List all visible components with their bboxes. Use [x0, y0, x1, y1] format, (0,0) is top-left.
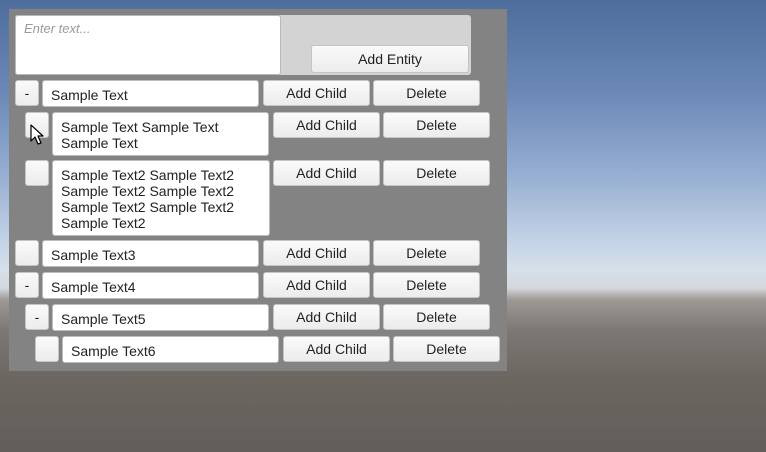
delete-button[interactable]: Delete — [373, 80, 480, 106]
delete-button[interactable]: Delete — [373, 240, 480, 266]
entity-text-field[interactable]: Sample Text Sample Text Sample Text — [52, 112, 269, 156]
delete-button[interactable]: Delete — [383, 112, 490, 138]
delete-button[interactable]: Delete — [393, 336, 500, 362]
collapse-toggle-button[interactable] — [15, 240, 39, 266]
entity-text-field[interactable]: Sample Text4 — [42, 272, 259, 299]
add-child-button[interactable]: Add Child — [263, 80, 370, 106]
add-child-button[interactable]: Add Child — [273, 304, 380, 330]
add-child-button[interactable]: Add Child — [263, 240, 370, 266]
add-entity-button[interactable]: Add Entity — [311, 45, 469, 73]
add-child-button[interactable]: Add Child — [273, 112, 380, 138]
delete-button[interactable]: Delete — [373, 272, 480, 298]
collapse-toggle-button[interactable]: - — [15, 272, 39, 298]
entity-text-field[interactable]: Sample Text6 — [62, 336, 279, 363]
delete-button[interactable]: Delete — [383, 160, 490, 186]
entity-text-field[interactable]: Sample Text5 — [52, 304, 269, 331]
collapse-toggle-button[interactable] — [25, 160, 49, 186]
entity-text-input[interactable]: Enter text... — [15, 15, 281, 75]
entity-text-field[interactable]: Sample Text2 Sample Text2 Sample Text2 S… — [52, 160, 270, 236]
delete-button[interactable]: Delete — [383, 304, 490, 330]
add-child-button[interactable]: Add Child — [283, 336, 390, 362]
mouse-pointer-icon — [30, 124, 44, 145]
entity-text-field[interactable]: Sample Text — [42, 80, 259, 107]
add-child-button[interactable]: Add Child — [263, 272, 370, 298]
add-child-button[interactable]: Add Child — [273, 160, 380, 186]
collapse-toggle-button[interactable] — [35, 336, 59, 362]
collapse-toggle-button[interactable]: - — [25, 304, 49, 330]
collapse-toggle-button[interactable]: - — [15, 80, 39, 106]
entity-text-field[interactable]: Sample Text3 — [42, 240, 259, 267]
